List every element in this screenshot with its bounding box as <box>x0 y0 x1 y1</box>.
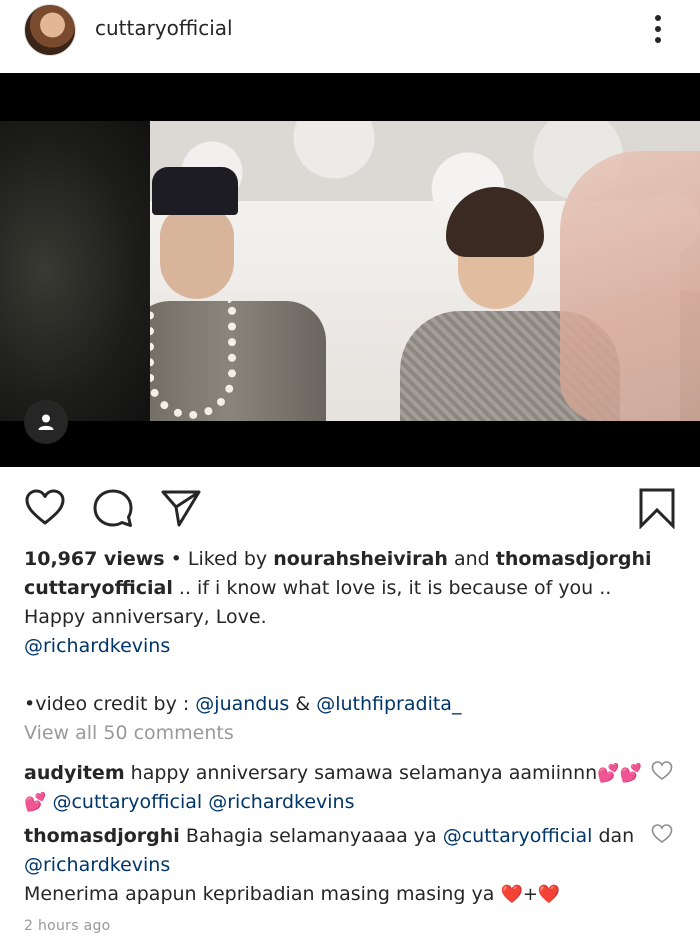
red-hearts-emoji: ❤️+❤️ <box>500 884 561 905</box>
post-media[interactable] <box>0 73 700 467</box>
comment-bubble-icon <box>93 489 133 527</box>
more-vertical-icon <box>655 15 661 21</box>
pink-heart-emoji: 💕 <box>24 792 47 813</box>
paper-plane-icon <box>161 490 201 527</box>
tagged-users-button[interactable] <box>24 400 68 444</box>
comment-like-button[interactable] <box>651 823 673 845</box>
post-caption: 10,967 views • Liked by nourahsheivirah … <box>24 545 664 748</box>
save-button[interactable] <box>636 487 678 529</box>
video-credit: •video credit by : @juandus & @luthfipra… <box>24 693 462 715</box>
comment-item: thomasdjorghi Bahagia selamanyaaaa ya @c… <box>24 825 635 905</box>
person-icon <box>38 414 54 430</box>
mention-cuttaryofficial[interactable]: @cuttaryofficial <box>443 825 593 847</box>
comment-item: audyitem happy anniversary samawa selama… <box>24 762 642 813</box>
caption-text: Happy anniversary, Love. <box>24 606 267 628</box>
mention-luthfipradita[interactable]: @luthfipradita_ <box>316 693 461 715</box>
views-count[interactable]: 10,967 views <box>24 548 165 570</box>
comment-username[interactable]: thomasdjorghi <box>24 825 180 847</box>
bookmark-icon <box>639 488 675 529</box>
likes-line: 10,967 views • Liked by nourahsheivirah … <box>24 548 652 570</box>
mention-richardkevins[interactable]: @richardkevins <box>24 854 170 876</box>
caption-line: cuttaryofficial .. if i know what love i… <box>24 577 612 599</box>
post-timestamp: 2 hours ago <box>24 918 111 934</box>
like-button[interactable] <box>24 487 66 529</box>
avatar[interactable] <box>24 4 76 56</box>
liker-thomasdjorghi[interactable]: thomasdjorghi <box>496 548 652 570</box>
mention-juandus[interactable]: @juandus <box>195 693 289 715</box>
more-options-button[interactable] <box>643 12 673 46</box>
liker-nourahsheivirah[interactable]: nourahsheivirah <box>273 548 448 570</box>
mention-cuttaryofficial[interactable]: @cuttaryofficial <box>52 791 202 813</box>
caption-username[interactable]: cuttaryofficial <box>24 577 173 599</box>
mention-richardkevins[interactable]: @richardkevins <box>208 791 354 813</box>
post-header: cuttaryofficial <box>0 0 700 72</box>
view-all-comments-link[interactable]: View all 50 comments <box>24 719 664 748</box>
comment-like-button[interactable] <box>651 760 673 782</box>
mention-richardkevins[interactable]: @richardkevins <box>24 635 170 657</box>
action-bar <box>0 467 700 547</box>
heart-outline-icon <box>651 824 673 843</box>
heart-outline-icon <box>651 761 673 780</box>
share-button[interactable] <box>160 487 202 529</box>
pink-hearts-emoji: 💕💕 <box>597 763 642 784</box>
post-username[interactable]: cuttaryofficial <box>95 16 233 40</box>
comment-button[interactable] <box>92 487 134 529</box>
video-frame[interactable] <box>0 121 700 421</box>
heart-icon <box>25 489 65 525</box>
comment-username[interactable]: audyitem <box>24 762 125 784</box>
